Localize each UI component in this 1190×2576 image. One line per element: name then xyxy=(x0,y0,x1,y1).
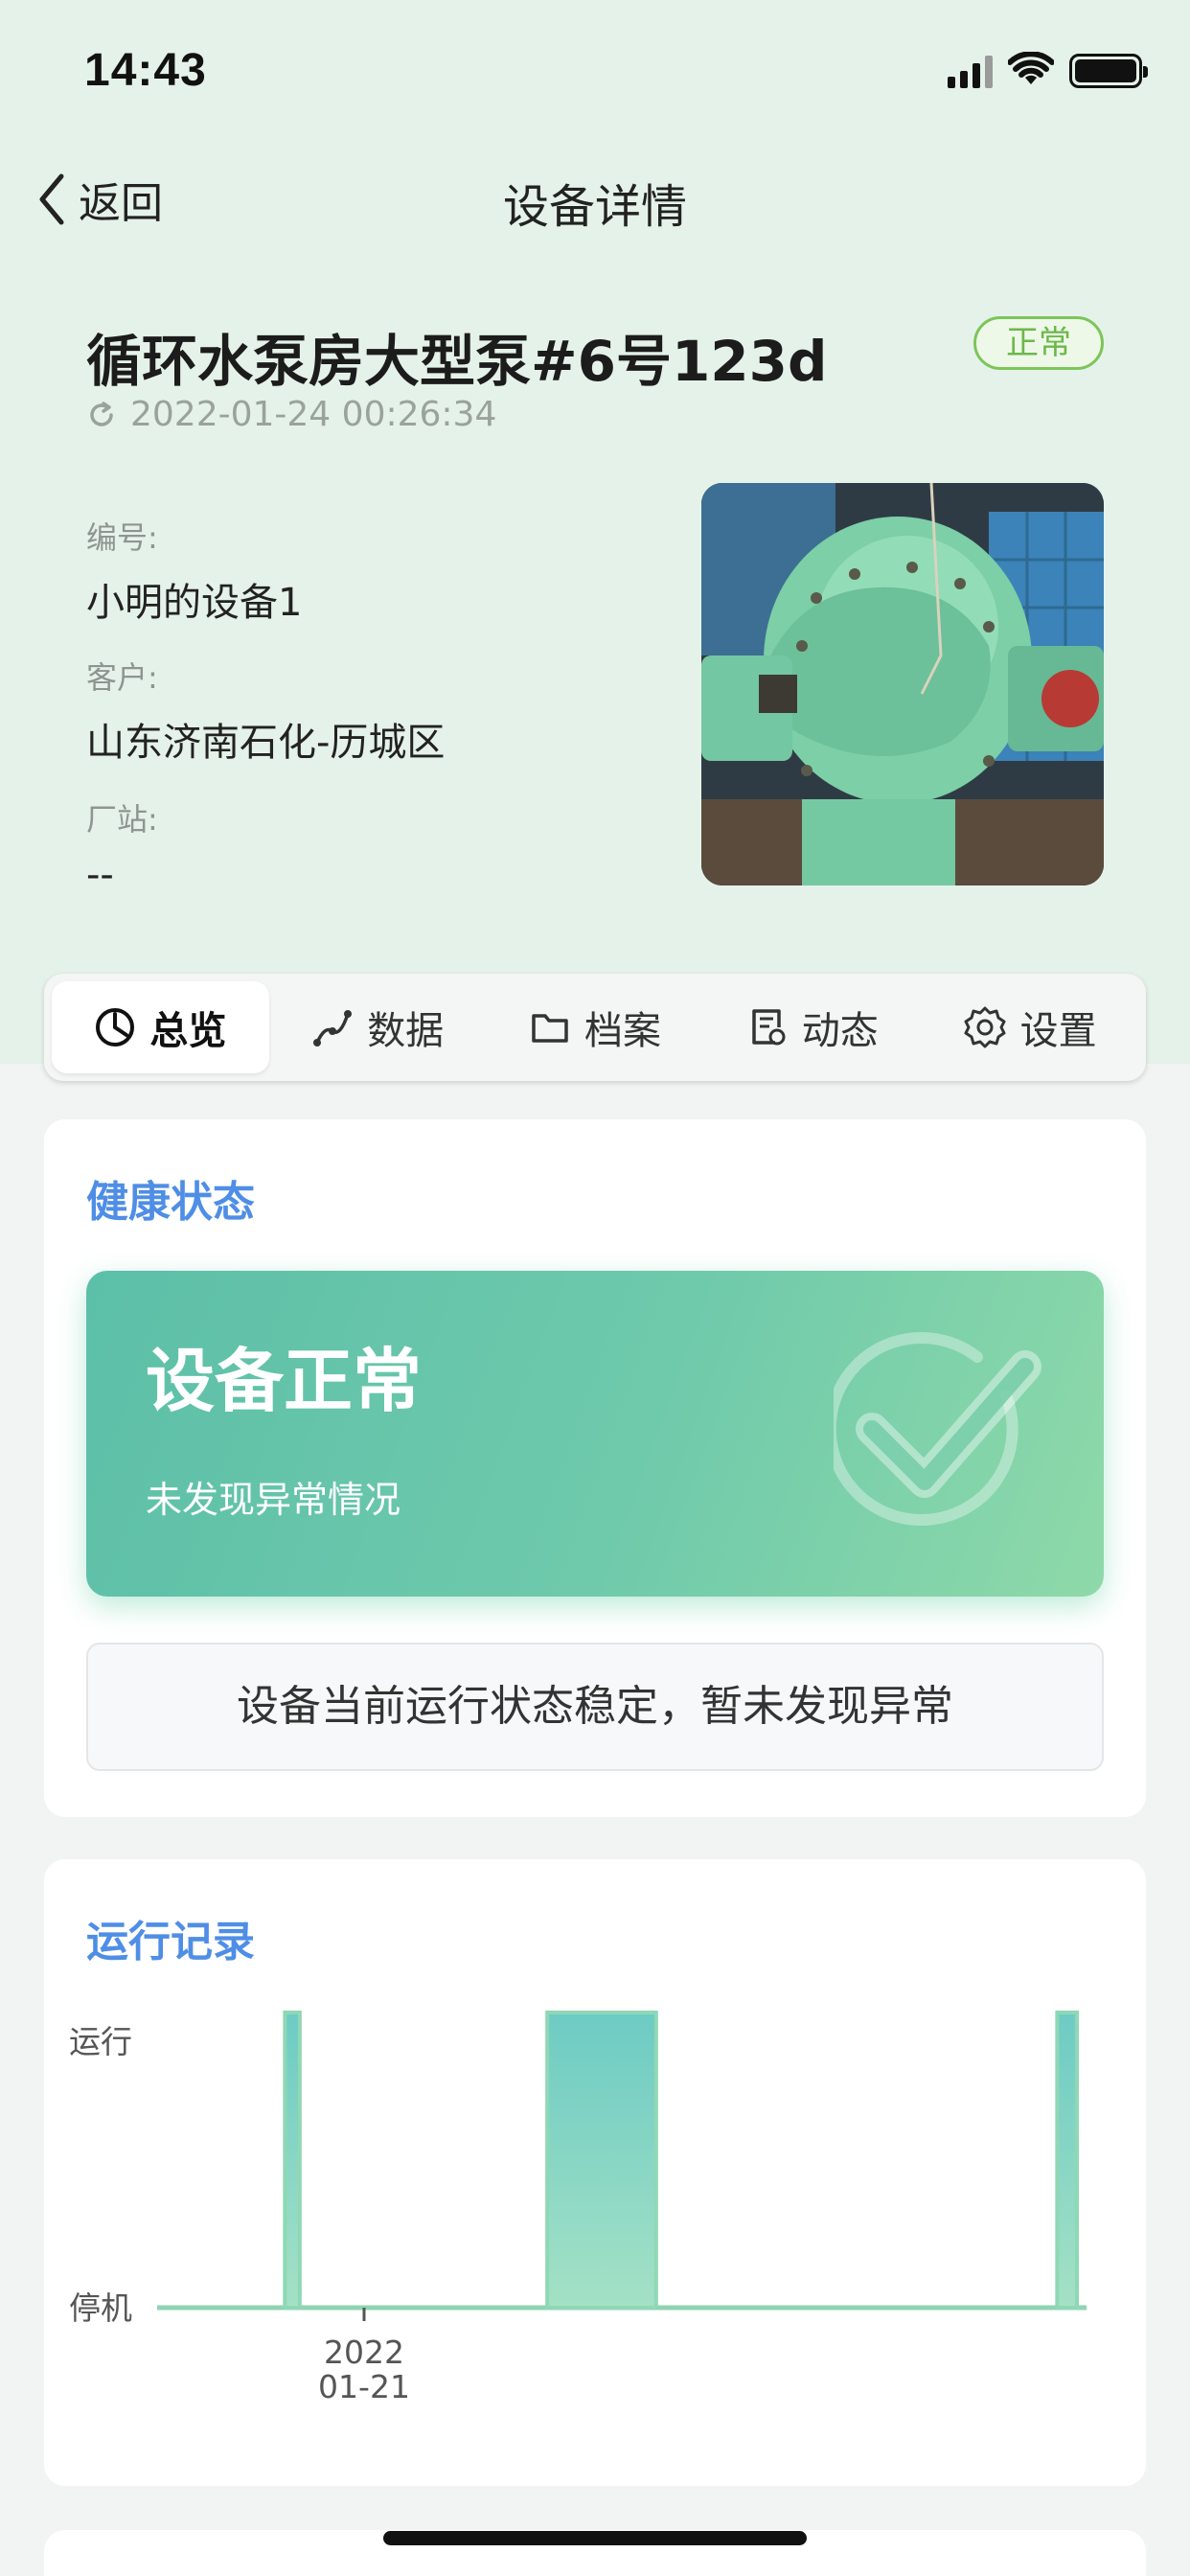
wifi-icon xyxy=(1008,52,1054,84)
tab-activity[interactable]: 动态 xyxy=(703,981,921,1073)
tab-label: 档案 xyxy=(584,1009,661,1053)
field-value-customer: 山东济南石化-历城区 xyxy=(86,721,446,765)
update-time: 2022-01-24 00:26:34 xyxy=(86,395,496,434)
chevron-left-icon xyxy=(39,173,64,225)
field-value-station: -- xyxy=(86,853,114,897)
run-segment xyxy=(1055,2011,1080,2310)
home-indicator xyxy=(383,2531,807,2545)
tab-label: 数据 xyxy=(367,1009,445,1053)
back-label: 返回 xyxy=(79,179,163,228)
health-note: 设备当前运行状态稳定，暂未发现异常 xyxy=(86,1643,1104,1771)
tab-label: 动态 xyxy=(801,1009,879,1053)
y-tick-label: 运行 xyxy=(69,2023,132,2060)
run-segment xyxy=(545,2011,658,2310)
field-label-id: 编号: xyxy=(86,519,158,556)
tab-archive[interactable]: 档案 xyxy=(487,981,704,1073)
tab-label: 设置 xyxy=(1019,1009,1097,1053)
health-headline: 设备正常 xyxy=(146,1341,423,1421)
health-subtext: 未发现异常情况 xyxy=(146,1479,401,1521)
health-status-panel: 设备正常 未发现异常情况 xyxy=(86,1271,1104,1597)
update-time-text: 2022-01-24 00:26:34 xyxy=(130,395,497,434)
log-icon xyxy=(752,1009,786,1046)
back-button[interactable]: 返回 xyxy=(36,169,163,230)
run-record-card: 运行记录 停机 运行 2022 01-21 xyxy=(44,1859,1146,2486)
trend-icon xyxy=(313,1010,353,1046)
health-card: 健康状态 设备正常 未发现异常情况 设备当前运行状态稳定，暂未发现异常 xyxy=(44,1119,1146,1817)
device-photo[interactable] xyxy=(701,483,1104,886)
y-tick-label: 停机 xyxy=(69,2289,132,2327)
field-value-id: 小明的设备1 xyxy=(86,581,303,625)
tab-label: 总览 xyxy=(149,1009,227,1053)
field-label-station: 厂站: xyxy=(86,801,158,838)
device-name: 循环水泵房大型泵#6号123d xyxy=(86,329,828,394)
dashboard-icon xyxy=(96,1008,135,1046)
tab-overview[interactable]: 总览 xyxy=(52,981,269,1073)
refresh-icon[interactable] xyxy=(86,400,117,430)
battery-icon xyxy=(1069,54,1148,88)
run-segment xyxy=(283,2011,302,2310)
status-icons xyxy=(948,50,1148,88)
signal-icon xyxy=(948,56,993,88)
status-badge: 正常 xyxy=(973,316,1104,370)
tab-data[interactable]: 数据 xyxy=(269,981,487,1073)
status-time: 14:43 xyxy=(84,45,207,96)
check-circle-icon xyxy=(834,1332,1041,1526)
x-tick-label: 01-21 xyxy=(318,2368,410,2405)
health-title: 健康状态 xyxy=(86,1178,255,1227)
tab-bar: 总览 数据 档案 动态 设置 xyxy=(44,974,1146,1081)
gear-icon xyxy=(964,1006,1006,1048)
folder-icon xyxy=(532,1014,568,1043)
tab-settings[interactable]: 设置 xyxy=(921,981,1138,1073)
x-tick-label: 2022 xyxy=(324,2334,404,2371)
field-label-customer: 客户: xyxy=(86,659,158,696)
run-record-chart: 停机 运行 202201-21 xyxy=(69,2011,1087,2405)
